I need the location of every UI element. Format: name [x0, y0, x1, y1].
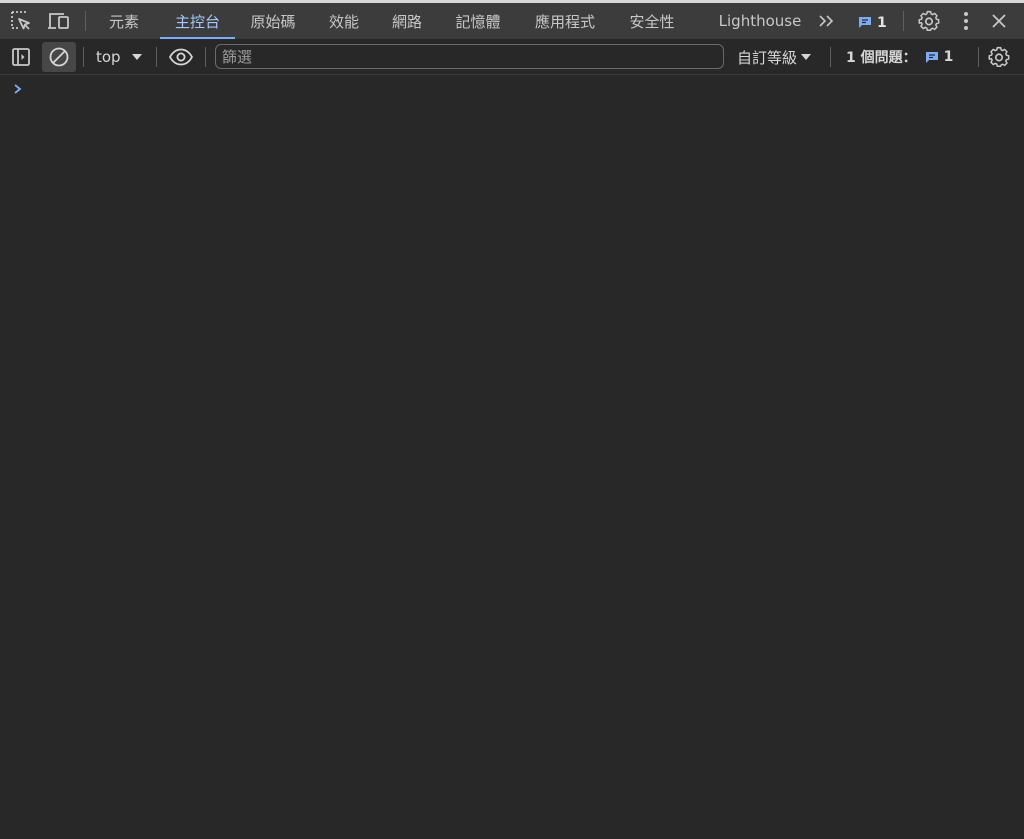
issues-icon	[859, 16, 871, 28]
console-settings-button[interactable]	[985, 43, 1013, 71]
tab-elements[interactable]: 元素	[98, 3, 150, 39]
inspect-element-icon	[11, 11, 30, 30]
settings-icon	[988, 46, 1010, 67]
tab-lighthouse[interactable]: Lighthouse	[712, 3, 808, 39]
clear-console-icon-wrap[interactable]	[42, 42, 76, 72]
context-selector-value: top	[96, 48, 121, 66]
console-output[interactable]	[0, 75, 1024, 839]
settings-icon	[918, 10, 940, 31]
clear-console-icon	[49, 47, 69, 67]
tab-sources[interactable]: 原始碼	[240, 3, 306, 39]
issues-counter-label: 1 個問題：	[846, 50, 917, 66]
console-filter-input[interactable]	[215, 44, 724, 69]
tab-memory[interactable]: 記憶體	[445, 3, 511, 39]
tab-network[interactable]: 網路	[381, 3, 433, 39]
toolbar-divider	[830, 47, 831, 67]
live-expression-icon	[168, 48, 194, 66]
more-tabs-button[interactable]	[814, 7, 840, 35]
console-prompt-input[interactable]	[30, 79, 1010, 101]
context-selector[interactable]: top	[96, 39, 148, 75]
tab-security[interactable]: 安全性	[619, 3, 685, 39]
more-options-icon	[964, 12, 968, 30]
close-devtools-button[interactable]	[985, 7, 1013, 35]
dropdown-arrow-icon	[801, 54, 812, 60]
issues-counter-count: 1	[943, 49, 954, 65]
toolbar-divider	[156, 47, 157, 67]
dropdown-arrow-icon	[131, 54, 142, 60]
console-prompt-icon	[14, 84, 22, 94]
tab-application[interactable]: 應用程式	[524, 3, 606, 39]
device-toolbar-icon	[48, 13, 69, 29]
issues-badge-count: 1	[877, 15, 887, 31]
toolbar-divider	[205, 47, 206, 67]
devtools-tab-bar: 元素 主控台 原始碼 效能 網路 記憶體 應用程式 安全性 Lighthouse…	[0, 3, 1024, 39]
issues-badge[interactable]: 1	[858, 3, 894, 39]
issues-counter[interactable]: 1 個問題： 1	[846, 39, 964, 75]
device-toolbar-button[interactable]	[44, 7, 74, 35]
tabbar-divider	[903, 11, 904, 31]
create-live-expression-button[interactable]	[165, 43, 197, 71]
inspect-element-button[interactable]	[7, 7, 35, 35]
tab-performance[interactable]: 效能	[318, 3, 370, 39]
more-tabs-icon	[819, 15, 834, 27]
console-toolbar: top 自訂等級 1 個問題： 1	[0, 39, 1024, 75]
show-sidebar-button[interactable]	[6, 43, 36, 71]
tabbar-divider	[85, 11, 86, 31]
toolbar-divider	[83, 47, 84, 67]
issues-icon	[925, 51, 938, 63]
tab-console[interactable]: 主控台	[160, 3, 235, 39]
log-levels-dropdown[interactable]: 自訂等級	[737, 39, 819, 75]
more-options-button[interactable]	[953, 7, 979, 35]
sidebar-toggle-icon	[12, 48, 30, 66]
toolbar-divider	[978, 47, 979, 67]
log-levels-label: 自訂等級	[737, 48, 798, 67]
settings-button[interactable]	[914, 7, 944, 35]
close-icon	[992, 14, 1006, 28]
